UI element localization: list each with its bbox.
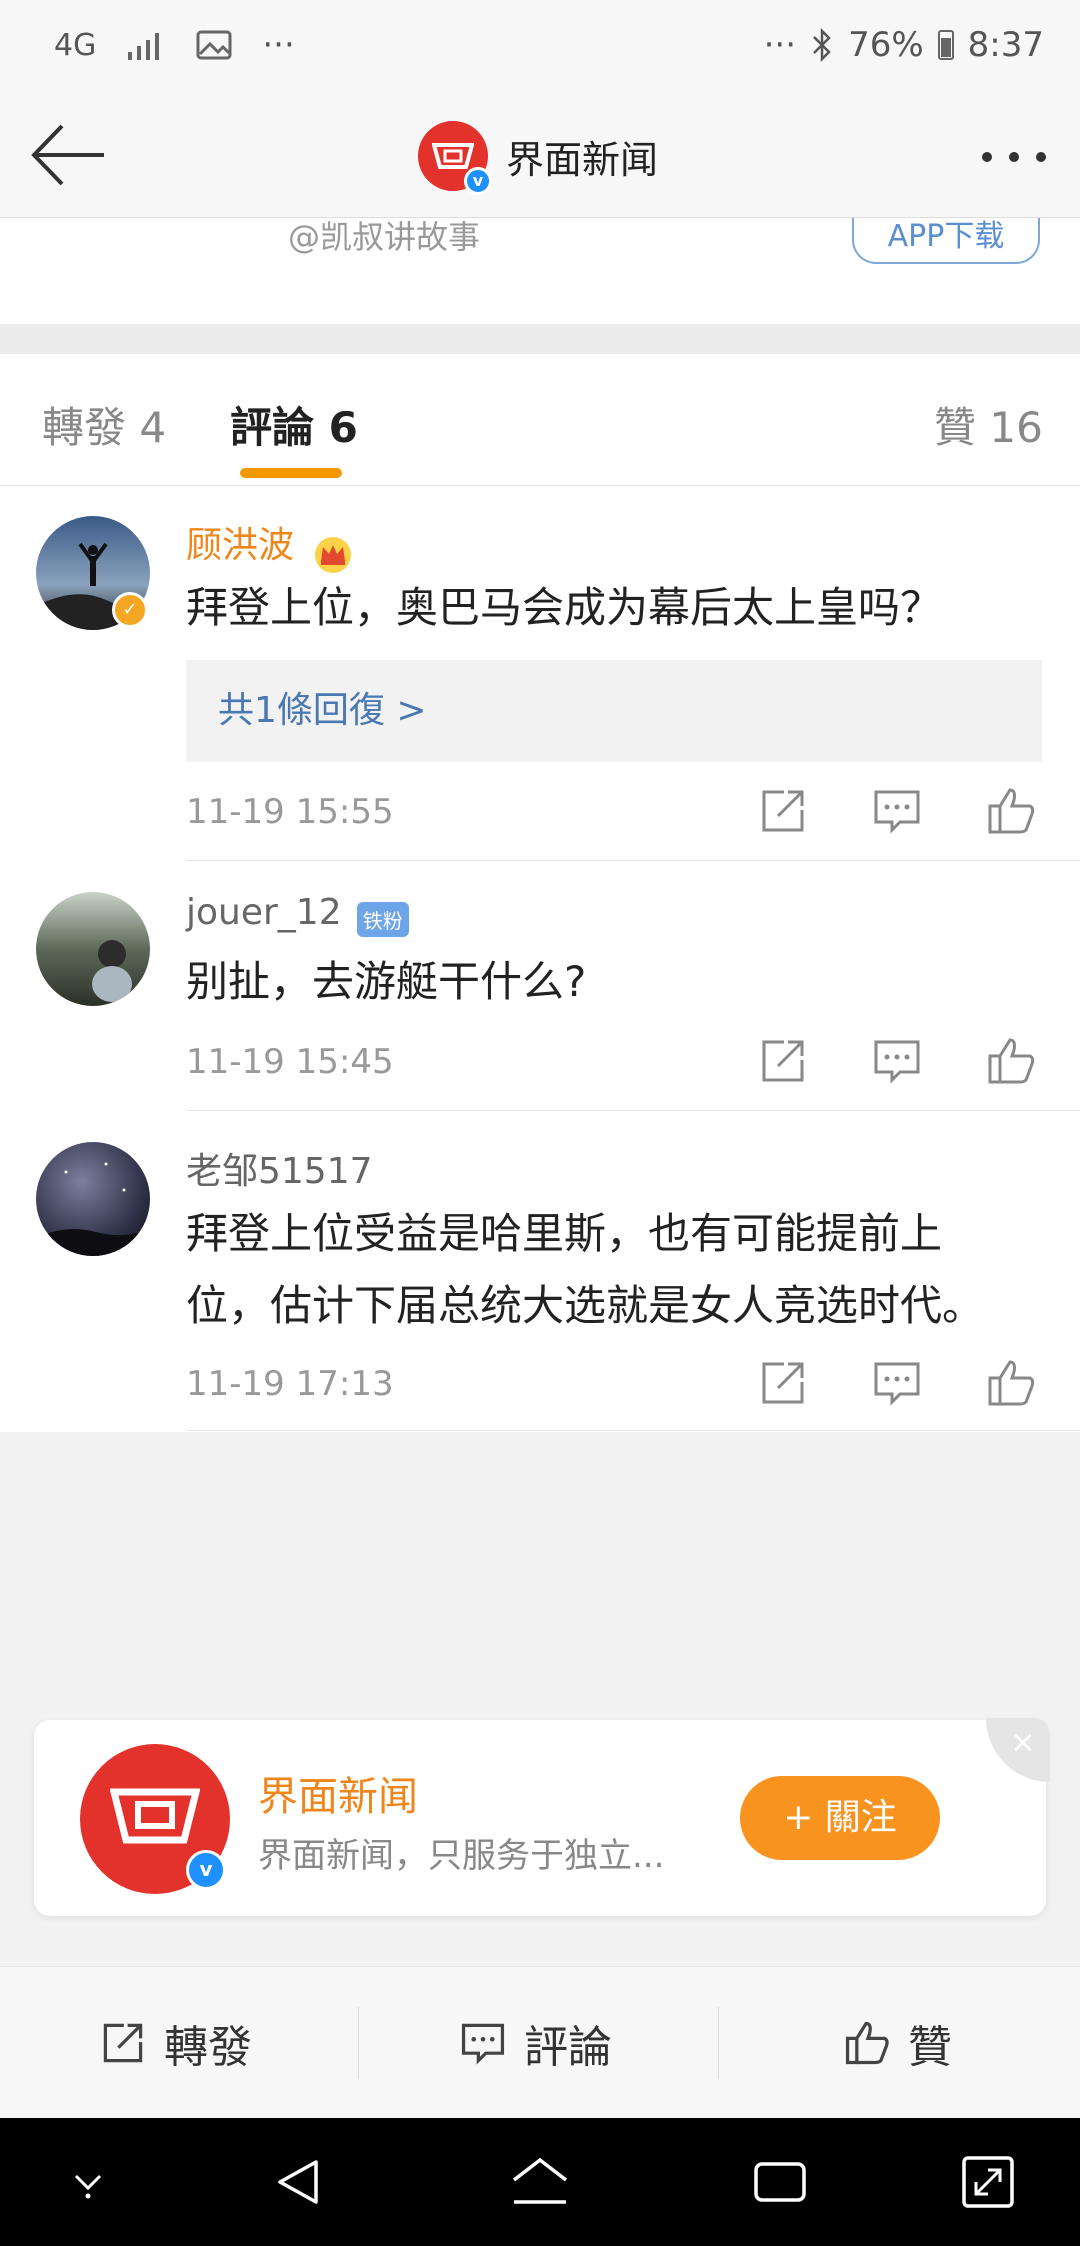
close-icon[interactable]: × (986, 1718, 1050, 1782)
nav-expand-icon[interactable] (948, 2118, 1028, 2246)
signal-icon (128, 33, 160, 60)
like-label: 贊 (908, 2022, 952, 2073)
comment-text-line: 位，估计下届总统大选就是女人竞选时代。 (186, 1281, 985, 1330)
top-bar: v 界面新闻 (0, 92, 1080, 218)
bar-divider (718, 2007, 719, 2079)
bar-divider (358, 2007, 359, 2079)
comment-time: 11-19 15:45 (186, 1042, 394, 1082)
header-title-group[interactable]: v 界面新闻 (418, 116, 658, 196)
nav-home-icon[interactable] (500, 2118, 580, 2246)
comment-icon[interactable] (870, 784, 924, 838)
repost-button[interactable]: 轉發 (98, 1967, 252, 2119)
app-download-button[interactable]: APP下载 (852, 218, 1040, 264)
share-icon[interactable] (756, 784, 810, 838)
reply-thread-link[interactable]: 共1條回復 > (186, 660, 1042, 762)
image-icon (196, 30, 232, 60)
follow-button[interactable]: + 關注 (740, 1776, 940, 1860)
source-text: @凯叔讲故事 (288, 218, 481, 256)
comment-button[interactable]: 評論 (458, 1967, 612, 2119)
account-description: 界面新闻，只服务于独立... (258, 1836, 665, 1876)
comment-list: ✓ 顾洪波 拜登上位，奥巴马会成为幕后太上皇吗？ 共1條回復 > 11-19 1… (0, 486, 1080, 1432)
verified-badge-icon: v (186, 1850, 226, 1890)
more-notifications: ··· (262, 25, 295, 65)
comment-divider (186, 860, 1080, 861)
tab-bar: 轉發 4 評論 6 贊 16 (0, 354, 1080, 486)
username[interactable]: jouer_12 (186, 892, 342, 933)
page-title: 界面新闻 (506, 137, 659, 182)
active-tab-indicator (240, 468, 342, 478)
comment-divider (186, 1430, 1080, 1431)
post-footer-strip: @凯叔讲故事 APP下载 (0, 218, 1080, 324)
status-bar: 4G ··· ··· 76% 8:37 (0, 0, 1080, 92)
tab-comments[interactable]: 評論 6 (230, 394, 358, 455)
clock: 8:37 (967, 25, 1044, 65)
comment-label: 評論 (524, 2022, 612, 2073)
share-icon (103, 2023, 143, 2063)
status-right: ··· 76% 8:37 (764, 20, 1044, 70)
comment-icon[interactable] (870, 1034, 924, 1088)
verified-badge-icon: v (464, 167, 492, 195)
like-icon (845, 2021, 889, 2065)
comment-icon (461, 2023, 505, 2065)
bluetooth-icon (813, 28, 831, 62)
nav-recents-icon[interactable] (740, 2118, 820, 2246)
like-icon[interactable] (984, 784, 1038, 838)
hide-keyboard-icon[interactable] (48, 2118, 128, 2246)
comment-time: 11-19 17:13 (186, 1364, 394, 1404)
battery-percent: 76% (848, 25, 924, 65)
share-icon[interactable] (756, 1034, 810, 1088)
repost-label: 轉發 (164, 2022, 252, 2073)
back-arrow-icon[interactable] (28, 122, 108, 188)
username[interactable]: 顾洪波 (186, 525, 294, 566)
comment-text: 拜登上位，奥巴马会成为幕后太上皇吗？ (186, 583, 943, 632)
tab-likes[interactable]: 贊 16 (934, 394, 1043, 455)
tab-repost[interactable]: 轉發 4 (42, 394, 166, 455)
comment-header: 顾洪波 (186, 516, 355, 573)
like-icon[interactable] (984, 1356, 1038, 1410)
nav-back-icon[interactable] (260, 2118, 340, 2246)
section-divider (0, 324, 1080, 354)
more-status: ··· (763, 25, 797, 65)
network-indicator: 4G (54, 27, 97, 63)
follow-card: v 界面新闻 界面新闻，只服务于独立... + 關注 × (34, 1718, 1050, 1916)
fan-badge: 铁粉 (356, 902, 409, 937)
comment-header: 老邹51517 (186, 1142, 373, 1194)
account-name[interactable]: 界面新闻 (258, 1764, 418, 1822)
share-icon[interactable] (756, 1356, 810, 1410)
status-left: 4G ··· (54, 20, 295, 70)
more-options-icon[interactable] (982, 152, 1046, 162)
battery-icon (937, 30, 954, 60)
comment-text: 拜登上位受益是哈里斯，也有可能提前上 位，估计下届总统大选就是女人竞选时代。 (186, 1198, 984, 1342)
brand-logo-icon: v (418, 121, 492, 195)
username[interactable]: 老邹51517 (186, 1151, 373, 1192)
bottom-action-bar: 轉發 評論 贊 (0, 1966, 1080, 2118)
comment-text-line: 拜登上位受益是哈里斯，也有可能提前上 (186, 1209, 943, 1258)
system-nav-bar (0, 2118, 1080, 2246)
comment-header: jouer_12 铁粉 (186, 892, 409, 937)
like-icon[interactable] (984, 1034, 1038, 1088)
verified-badge-icon: ✓ (112, 592, 148, 628)
avatar[interactable] (36, 1142, 150, 1256)
comment-divider (186, 1110, 1080, 1111)
crown-icon (315, 536, 352, 573)
brand-logo-icon[interactable]: v (80, 1744, 230, 1894)
comment-icon[interactable] (870, 1356, 924, 1410)
avatar[interactable] (36, 892, 150, 1006)
comment-text: 别扯，去游艇干什么? (186, 957, 587, 1006)
like-button[interactable]: 贊 (842, 1967, 952, 2119)
comment-time: 11-19 15:55 (186, 792, 394, 832)
